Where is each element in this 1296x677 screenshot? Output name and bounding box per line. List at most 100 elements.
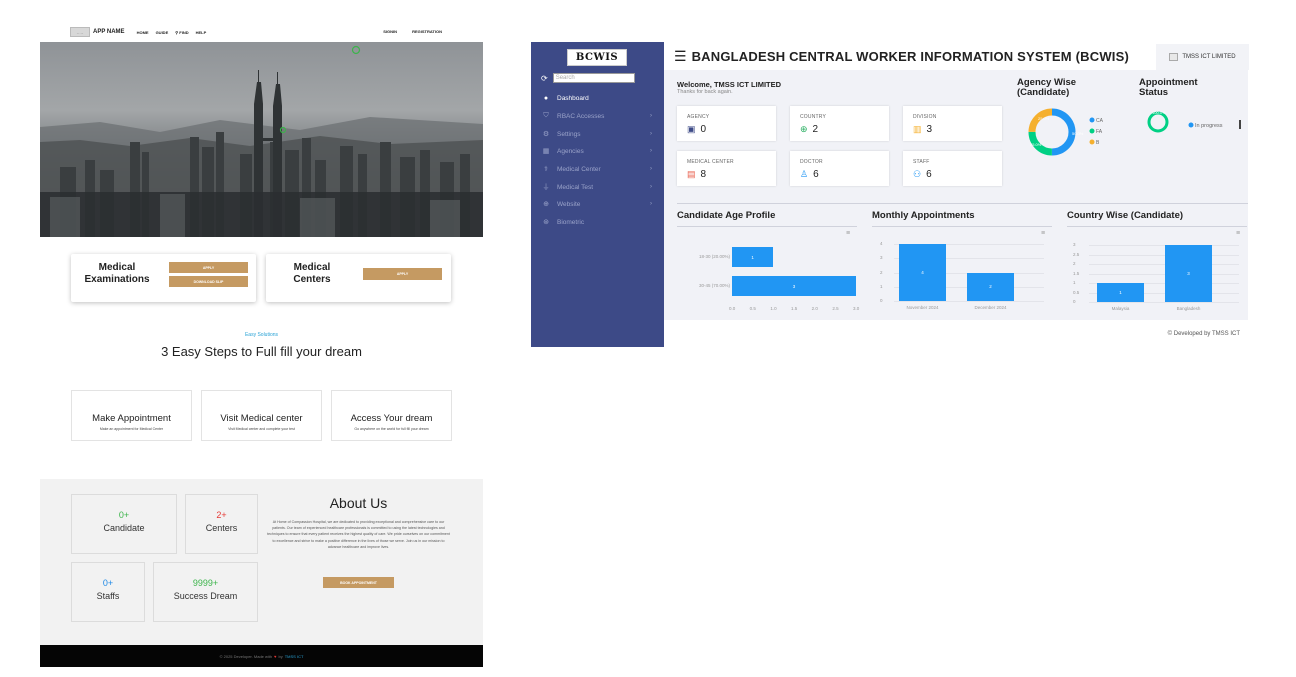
sidebar-item-dashboard[interactable]: ● Dashboard: [541, 91, 656, 105]
category-label: 18-30 (20.00%): [698, 254, 730, 259]
sidebar-item-label: Agencies: [557, 147, 584, 155]
building-icon: ▦: [542, 148, 550, 155]
stat-value: 9999+: [192, 578, 219, 588]
y-tick-label: 0: [880, 298, 883, 303]
bar[interactable]: 3: [1165, 245, 1212, 302]
search-input[interactable]: Search: [552, 73, 635, 83]
sidebar-item-website[interactable]: ⊕ Website ›: [541, 197, 656, 211]
bus-icon: ▣: [687, 124, 696, 134]
legend-scroll-indicator[interactable]: [1239, 120, 1241, 129]
x-tick-label: 2.5: [832, 306, 839, 311]
bar[interactable]: 1: [1097, 283, 1144, 302]
app-name[interactable]: APP NAME: [93, 29, 125, 35]
kpi-division[interactable]: DIVISION ▥ 3: [903, 106, 1002, 141]
landing-footer: © 2025 Developer. Made with ♥ by TMSS IC…: [40, 645, 483, 667]
nav-link-find[interactable]: ⚲ FIND: [175, 30, 188, 35]
user-menu[interactable]: TMSS ICT LIMITED: [1156, 44, 1249, 70]
legend-fa: FA: [1096, 129, 1103, 135]
apply-centers-button[interactable]: APPLY: [363, 268, 442, 280]
sidebar-item-agencies[interactable]: ▦ Agencies ›: [541, 144, 656, 158]
chart-menu-icon[interactable]: ≡: [1041, 230, 1045, 237]
vial-icon: ⏚: [542, 184, 550, 191]
pie-slice-in-progress[interactable]: [1147, 111, 1169, 133]
medical-examinations-card: Medical Examinations APPLY DOWNLOAD SLIP: [71, 254, 256, 302]
dashboard-content: Welcome, TMSS ICT LIMITED Thanks for bac…: [664, 70, 1248, 320]
globe-icon: ⊕: [543, 201, 549, 208]
sidebar-item-medical-test[interactable]: ⏚ Medical Test ›: [541, 180, 656, 194]
fingerprint-icon: ⊛: [543, 219, 549, 226]
sidebar-item-label: Medical Center: [557, 165, 601, 173]
stat-centers: 2+ Centers: [185, 494, 258, 554]
legend-ca: CA: [1096, 118, 1104, 124]
medical-centers-card: Medical Centers APPLY: [266, 254, 451, 302]
agency-wise-title: Agency Wise (Candidate): [1017, 77, 1077, 98]
bcwis-logo[interactable]: BCWIS: [567, 49, 627, 66]
nav-link-guide[interactable]: GUIDE: [156, 30, 169, 35]
category-label: 30-45 (70.00%): [698, 283, 730, 288]
footer-brand-link[interactable]: TMSS ICT: [285, 654, 304, 659]
y-tick-label: 1.5: [1073, 270, 1080, 276]
hamburger-menu-icon[interactable]: ☰: [674, 48, 687, 65]
registration-link[interactable]: REGISTRATION: [412, 29, 442, 34]
kpi-country[interactable]: COUNTRY ⊕ 2: [790, 106, 889, 141]
globe-icon: ⊕: [800, 124, 808, 134]
sidebar-item-label: Website: [557, 200, 581, 208]
apply-exam-button[interactable]: APPLY: [169, 262, 248, 273]
gridline: [1089, 245, 1239, 246]
nav-link-home[interactable]: HOME: [137, 30, 149, 35]
stat-label: Candidate: [103, 523, 145, 533]
kpi-label: COUNTRY: [800, 114, 827, 120]
avatar: [1169, 53, 1179, 61]
y-tick-label: 4: [880, 241, 883, 246]
download-slip-button[interactable]: DOWNLOAD SLIP: [169, 276, 248, 287]
kpi-value: 0: [700, 124, 707, 135]
kpi-agency[interactable]: AGENCY ▣ 0: [677, 106, 776, 141]
city-skyline-image: [40, 45, 483, 237]
chart-menu-icon[interactable]: ≡: [846, 230, 850, 237]
users-icon: ⚇: [913, 169, 922, 179]
kpi-staff[interactable]: STAFF ⚇ 6: [903, 151, 1002, 186]
sidebar-item-label: RBAC Accesses: [557, 112, 605, 120]
welcome-title: Welcome, TMSS ICT LIMITED: [677, 80, 782, 89]
about-text: At Home of Compassion Hospital, we are d…: [267, 520, 450, 549]
sidebar-item-rbac[interactable]: ⛉ RBAC Accesses ›: [541, 109, 656, 123]
stat-candidate: 0+ Candidate: [71, 494, 177, 554]
kpi-label: DOCTOR: [800, 159, 823, 165]
stat-label: Success Dream: [173, 591, 238, 601]
bar[interactable]: 3: [732, 276, 856, 296]
y-tick-label: 0: [1073, 299, 1076, 304]
appointment-status-title: Appointment Status: [1139, 77, 1198, 98]
age-profile-title: Candidate Age Profile: [677, 210, 776, 221]
sidebar-item-biometric[interactable]: ⊛ Biometric: [541, 215, 656, 229]
sidebar-item-label: Settings: [557, 130, 581, 138]
chart-menu-icon[interactable]: ≡: [1236, 230, 1240, 237]
bar[interactable]: 4: [899, 244, 946, 301]
app-logo[interactable]: -- --: [70, 27, 90, 37]
stat-staffs: 0+ Staffs: [71, 562, 145, 622]
gridline: [1089, 302, 1239, 303]
stat-success-dream: 9999+ Success Dream: [153, 562, 258, 622]
kpi-doctor[interactable]: DOCTOR ♙ 6: [790, 151, 889, 186]
kpi-value: 6: [926, 169, 932, 180]
bar[interactable]: 1: [732, 247, 774, 267]
x-tick-label: Malaysia: [1111, 306, 1130, 311]
sidebar-item-settings[interactable]: ⚙ Settings ›: [541, 127, 656, 141]
signin-link[interactable]: SIGNIN: [383, 29, 397, 34]
book-appointment-button[interactable]: BOOK APPOINTMENT: [323, 577, 394, 588]
kpi-medical-center[interactable]: MEDICAL CENTER ▤ 8: [677, 151, 776, 186]
landing-navbar: -- -- APP NAME HOME GUIDE ⚲ FIND HELP SI…: [40, 22, 483, 42]
nav-link-help[interactable]: HELP: [196, 30, 207, 35]
medical-centers-title: Medical Centers: [293, 262, 331, 285]
bar[interactable]: 2: [967, 272, 1014, 301]
step-desc: Make an appointment for Medical Center: [99, 427, 164, 431]
x-tick-label: 3.0: [853, 306, 860, 311]
sidebar-item-label: Biometric: [557, 218, 585, 226]
sidebar-search: ⟳ Search: [541, 73, 635, 83]
sidebar-item-medical-center[interactable]: ⚕ Medical Center ›: [541, 162, 656, 176]
y-tick-label: 1: [1073, 280, 1076, 285]
heart-icon: ♥: [274, 653, 277, 659]
stat-value: 2+: [216, 510, 227, 520]
y-tick-label: 3: [1073, 242, 1076, 247]
refresh-icon[interactable]: ⟳: [541, 74, 548, 83]
stat-value: 0+: [118, 510, 130, 520]
